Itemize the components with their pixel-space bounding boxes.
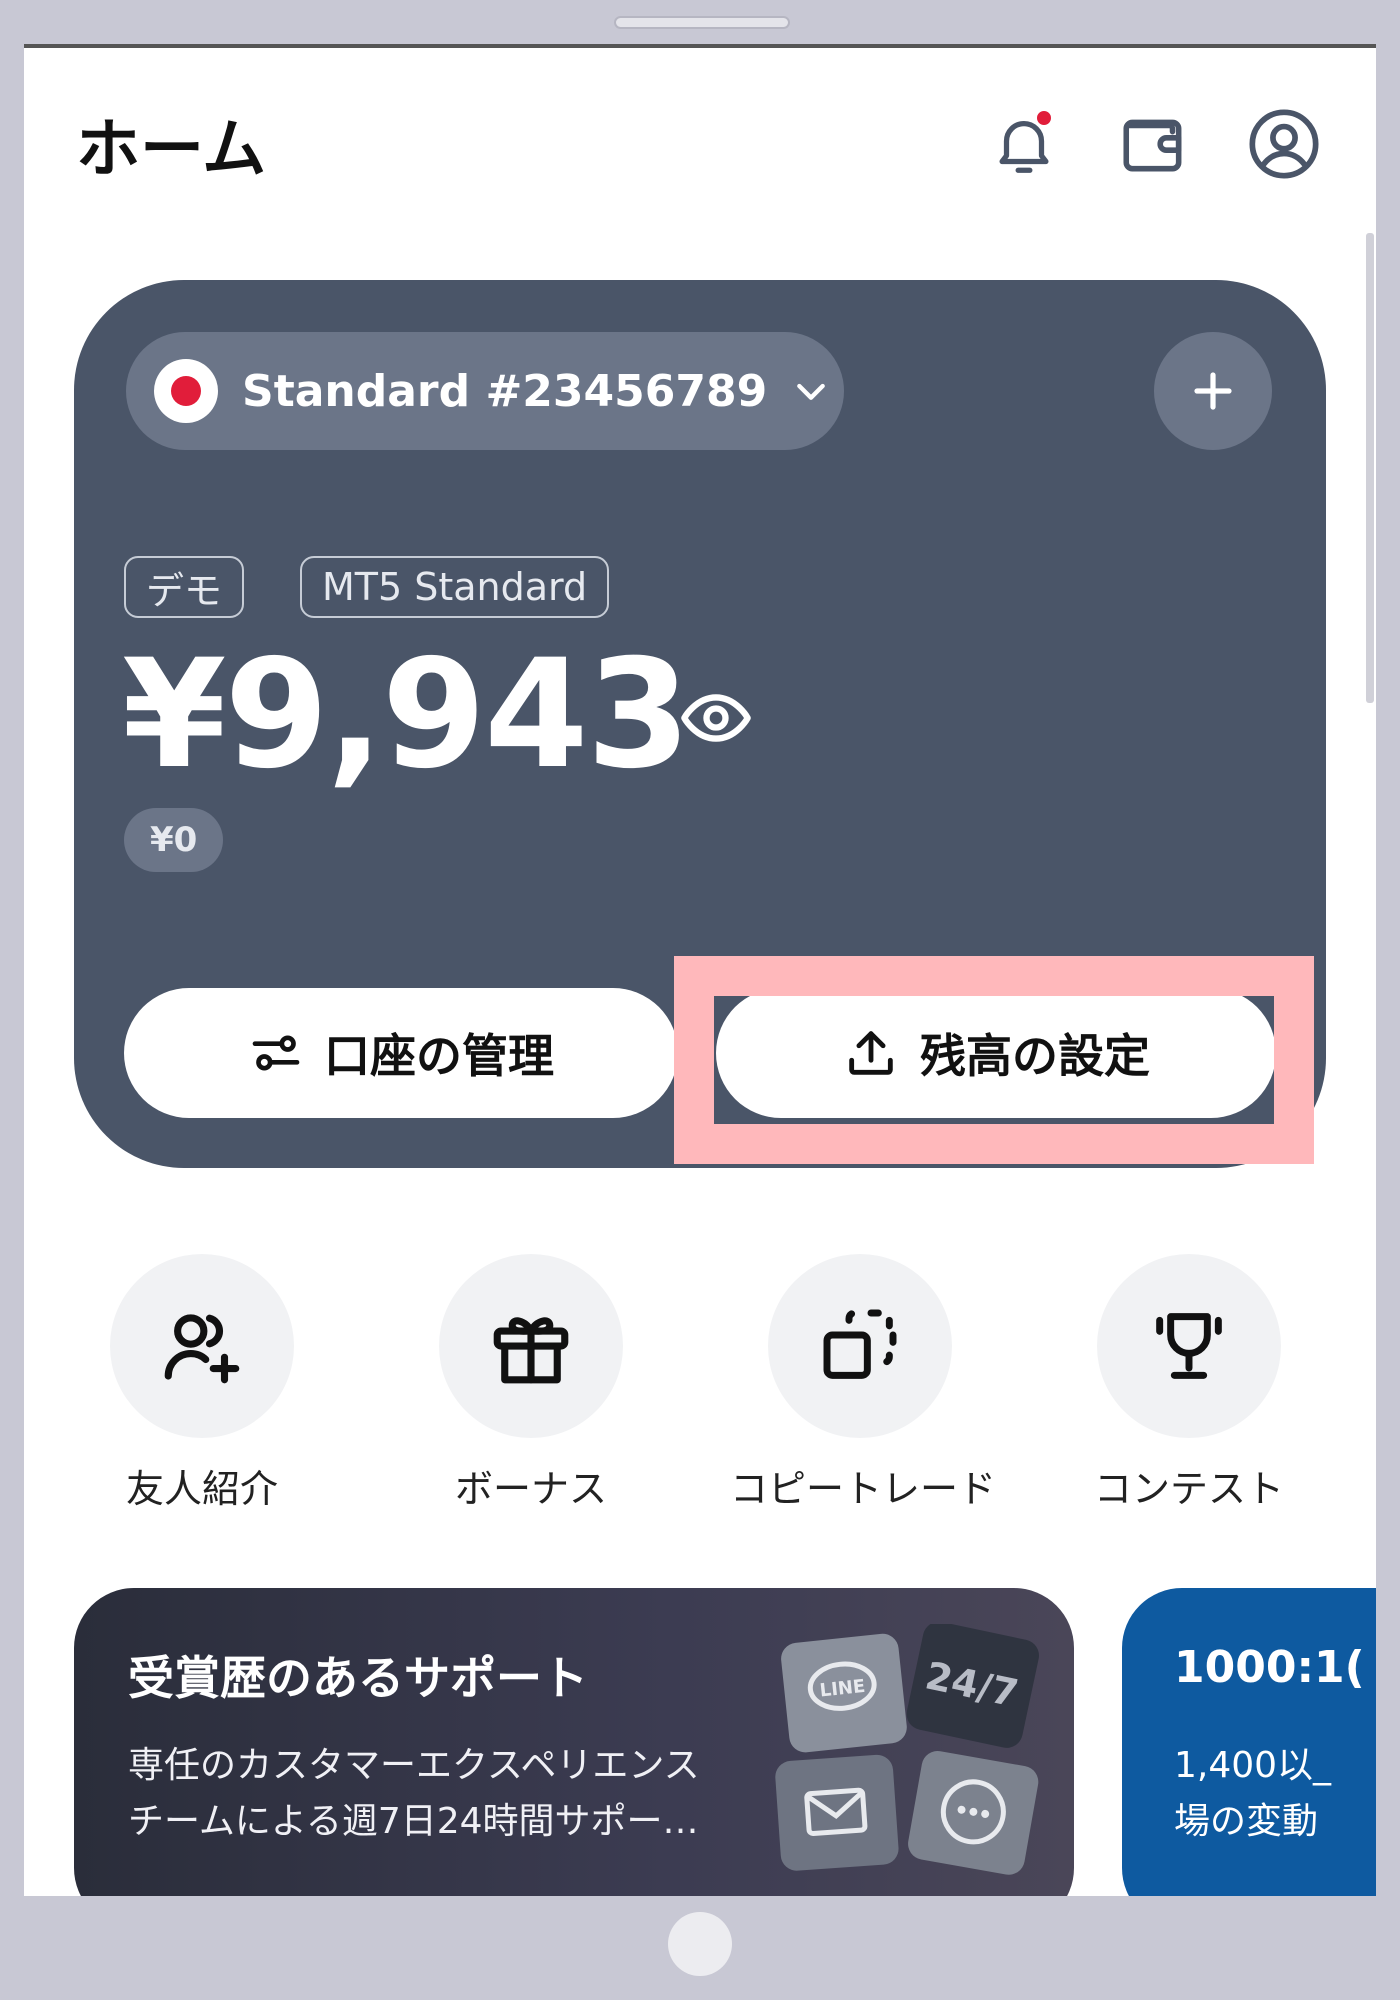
account-balance: ¥9,943 xyxy=(122,628,691,802)
plus-icon xyxy=(1194,372,1232,410)
promo-card-leverage[interactable]: 1000:1( 1,400以_ 場の変動 xyxy=(1122,1588,1376,1896)
secondary-balance-badge: ¥0 xyxy=(124,808,224,872)
quick-action-copy-trade[interactable]: コピートレード xyxy=(730,1254,997,1513)
promo-body-line: 専任のカスタマーエクスペリエンス xyxy=(128,1745,700,1786)
highlight-box xyxy=(674,956,1314,1164)
copy-icon xyxy=(823,1309,897,1379)
japan-flag-icon xyxy=(154,359,218,423)
chevron-down-icon xyxy=(797,383,826,400)
add-user-icon xyxy=(164,1314,240,1384)
quick-action-referral[interactable]: 友人紹介 xyxy=(72,1254,332,1513)
quick-action-bonus[interactable]: ボーナス xyxy=(401,1254,661,1513)
account-mode-badge: デモ xyxy=(124,556,245,618)
promo-title: 1000:1( xyxy=(1174,1642,1365,1693)
settings-sliders-icon xyxy=(252,1035,300,1071)
promo-body-line: チームによる週7日24時間サポー… xyxy=(128,1801,699,1842)
promo-body: 1,400以_ 場の変動 xyxy=(1174,1738,1331,1850)
account-selector[interactable]: Standard #23456789 xyxy=(126,332,844,450)
add-account-button[interactable] xyxy=(1154,332,1272,450)
manage-account-button[interactable]: 口座の管理 xyxy=(124,988,678,1118)
page-title: ホーム xyxy=(76,113,267,187)
manage-account-label: 口座の管理 xyxy=(324,1029,554,1083)
notification-dot xyxy=(1034,108,1054,128)
quick-action-label: ボーナス xyxy=(454,1467,607,1511)
device-home-button[interactable] xyxy=(668,1912,732,1976)
gift-icon xyxy=(493,1317,569,1384)
trophy-icon xyxy=(1156,1313,1222,1379)
account-type-badge: MT5 Standard xyxy=(300,556,610,618)
promo-body-line: 1,400以_ xyxy=(1174,1745,1332,1786)
promo-title: 受賞歴のあるサポート xyxy=(128,1651,588,1705)
scrollbar[interactable] xyxy=(1366,233,1374,703)
toggle-balance-visibility[interactable] xyxy=(678,680,754,760)
support-channels-illustration: LINE 24/7 xyxy=(775,1624,1039,1875)
promo-body-line: 場の変動 xyxy=(1174,1801,1319,1842)
quick-action-label: 友人紹介 xyxy=(125,1467,278,1511)
eye-icon xyxy=(681,694,751,742)
promo-card-support[interactable]: 受賞歴のあるサポート 専任のカスタマーエクスペリエンス チームによる週7日24時… xyxy=(74,1588,1074,1896)
profile-button[interactable] xyxy=(1244,104,1324,184)
app-screen: ホーム Standard #23456789 デモ MT5 Standard ¥… xyxy=(24,44,1376,1896)
quick-action-contest[interactable]: コンテスト xyxy=(1059,1254,1319,1513)
wallet-icon xyxy=(1123,119,1182,172)
wallet-button[interactable] xyxy=(1114,104,1194,184)
account-name: Standard #23456789 xyxy=(242,365,768,417)
device-speaker xyxy=(614,16,790,29)
user-circle-icon xyxy=(1249,109,1319,179)
quick-action-label: コンテスト xyxy=(1093,1467,1284,1511)
quick-action-label: コピートレード xyxy=(730,1467,997,1511)
promo-body: 専任のカスタマーエクスペリエンス チームによる週7日24時間サポー… xyxy=(128,1738,768,1850)
notifications-button[interactable] xyxy=(984,104,1064,184)
